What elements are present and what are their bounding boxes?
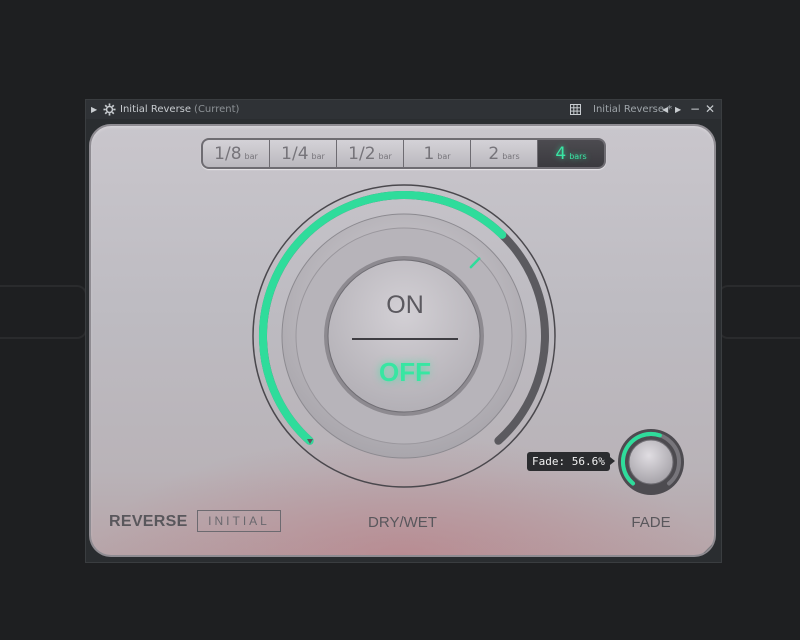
length-value: 1	[423, 144, 435, 164]
window-title-suffix: (Current)	[194, 104, 240, 115]
length-value: 2	[488, 144, 500, 164]
length-value: 4	[555, 144, 567, 164]
onoff-switch[interactable]: ON OFF	[330, 261, 480, 411]
resize-grip-icon[interactable]	[702, 543, 712, 553]
close-icon[interactable]: ✕	[705, 100, 715, 119]
triangle-right-icon[interactable]: ▶	[91, 100, 97, 119]
length-unit: bar	[437, 152, 451, 161]
plugin-panel: 1/8 bar 1/4 bar 1/2 bar 1 bar 2 bars 4 bars ON	[89, 124, 716, 557]
length-unit: bars	[502, 152, 520, 161]
window-title-text: Initial Reverse	[120, 104, 192, 115]
length-option[interactable]: 4 bars	[538, 140, 604, 167]
grid-icon[interactable]	[570, 104, 581, 115]
length-value: 1/8	[214, 144, 242, 164]
length-value: 1/2	[348, 144, 376, 164]
gear-icon[interactable]	[103, 103, 116, 116]
length-unit: bars	[569, 152, 587, 161]
length-option[interactable]: 1/4 bar	[270, 140, 336, 167]
fade-knob-cap	[628, 439, 674, 485]
preset-name[interactable]: Initial Reverse *	[593, 100, 672, 119]
minimize-icon[interactable]: −	[690, 100, 700, 119]
length-option[interactable]: 1/2 bar	[337, 140, 403, 167]
window-title: Initial Reverse (Current)	[120, 100, 239, 119]
length-unit: bar	[244, 152, 258, 161]
length-selector: 1/8 bar 1/4 bar 1/2 bar 1 bar 2 bars 4 bars	[201, 138, 606, 169]
fade-label: FADE	[631, 514, 671, 531]
length-option[interactable]: 2 bars	[471, 140, 537, 167]
length-value: 1/4	[281, 144, 309, 164]
fade-knob[interactable]	[616, 427, 686, 497]
onoff-divider	[352, 338, 458, 340]
next-preset-icon[interactable]: ▶	[675, 100, 681, 119]
fade-tooltip: Fade: 56.6%	[527, 452, 615, 471]
length-unit: bar	[378, 152, 392, 161]
length-option[interactable]: 1/8 bar	[203, 140, 269, 167]
off-label[interactable]: OFF	[330, 357, 480, 388]
on-label[interactable]: ON	[330, 291, 480, 320]
background-panel-right	[718, 285, 800, 339]
background-panel-left	[0, 285, 87, 339]
title-bar[interactable]: ▶ Initial Reverse (Current) Initial Rever…	[86, 100, 721, 119]
length-unit: bar	[311, 152, 325, 161]
plugin-window: ▶ Initial Reverse (Current) Initial Rever…	[85, 99, 722, 563]
prev-preset-icon[interactable]: ◀	[662, 100, 668, 119]
length-option[interactable]: 1 bar	[404, 140, 470, 167]
drywet-label: DRY/WET	[368, 514, 437, 531]
